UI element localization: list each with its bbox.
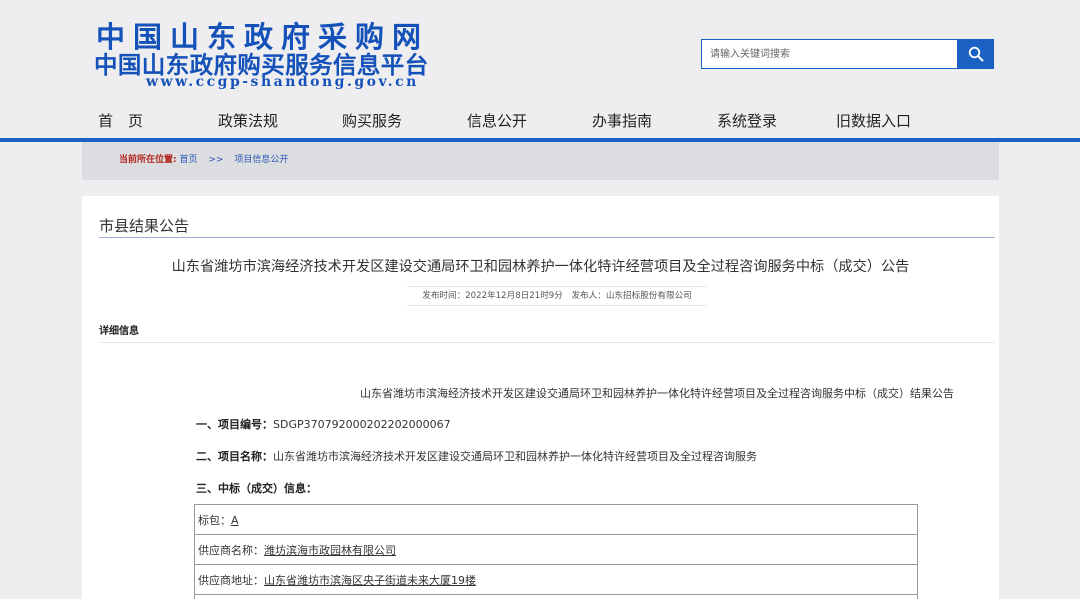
- section-divider: [99, 237, 995, 238]
- package-value[interactable]: A: [231, 514, 239, 527]
- announcement-title: 山东省潍坊市滨海经济技术开发区建设交通局环卫和园林养护一体化特许经营项目及全过程…: [360, 387, 954, 400]
- site-logo[interactable]: 中国山东政府采购网 中国山东政府购买服务信息平台 www.ccgp-shando…: [94, 20, 494, 92]
- detail-heading: 详细信息: [99, 326, 139, 337]
- nav-item-guide[interactable]: 办事指南: [592, 110, 652, 131]
- document-title: 山东省潍坊市滨海经济技术开发区建设交通局环卫和园林养护一体化特许经营项目及全过程…: [171, 259, 910, 275]
- search-box: [701, 39, 994, 69]
- breadcrumb-label: 当前所在位置:: [119, 155, 177, 165]
- search-button[interactable]: [957, 39, 994, 69]
- table-row: [194, 594, 918, 599]
- breadcrumb-current-link[interactable]: 项目信息公开: [234, 155, 288, 165]
- detail-divider: [99, 342, 995, 343]
- project-name-label: 二、项目名称：: [196, 450, 273, 463]
- nav-item-policy[interactable]: 政策法规: [218, 110, 278, 131]
- project-name-row: 二、项目名称：山东省潍坊市滨海经济技术开发区建设交通局环卫和园林养护一体化特许经…: [196, 448, 757, 464]
- table-cell: 供应商名称：潍坊滨海市政园林有限公司: [194, 534, 918, 565]
- section-title: 市县结果公告: [99, 217, 190, 235]
- supplier-address-value[interactable]: 山东省潍坊市滨海区央子街道未来大厦19楼: [264, 574, 476, 587]
- project-number-row: 一、项目编号：SDGP370792000202202000067: [196, 416, 451, 432]
- nav-item-home[interactable]: 首 页: [98, 110, 143, 131]
- nav-item-info-public[interactable]: 信息公开: [467, 110, 527, 131]
- table-cell: 供应商地址：山东省潍坊市滨海区央子街道未来大厦19楼: [194, 564, 918, 595]
- project-name-value: 山东省潍坊市滨海经济技术开发区建设交通局环卫和园林养护一体化特许经营项目及全过程…: [273, 450, 757, 463]
- project-number-value: SDGP370792000202202000067: [273, 418, 451, 431]
- supplier-name-label: 供应商名称：: [198, 543, 264, 557]
- package-label: 标包：: [198, 513, 231, 527]
- content-card: 市县结果公告 山东省潍坊市滨海经济技术开发区建设交通局环卫和园林养护一体化特许经…: [82, 196, 999, 599]
- publish-meta: 发布时间：2022年12月8日21时9分 发布人：山东招标股份有限公司: [407, 286, 707, 306]
- breadcrumb: 当前所在位置: 首页 >> 项目信息公开: [82, 142, 999, 180]
- nav-item-login[interactable]: 系统登录: [717, 110, 777, 131]
- table-row: 供应商地址：山东省潍坊市滨海区央子街道未来大厦19楼: [194, 564, 918, 595]
- award-table: 标包：A 供应商名称：潍坊滨海市政园林有限公司 供应商地址：山东省潍坊市滨海区央…: [194, 504, 918, 599]
- award-info-row: 三、中标（成交）信息：: [196, 480, 317, 496]
- search-icon: [968, 46, 983, 62]
- table-cell: [194, 594, 918, 599]
- table-row: 供应商名称：潍坊滨海市政园林有限公司: [194, 534, 918, 565]
- table-row: 标包：A: [194, 504, 918, 535]
- logo-title: 中国山东政府采购网: [96, 20, 430, 54]
- supplier-name-value[interactable]: 潍坊滨海市政园林有限公司: [264, 544, 396, 557]
- table-cell: 标包：A: [194, 504, 918, 535]
- nav-item-legacy-data[interactable]: 旧数据入口: [836, 110, 911, 131]
- main-nav: 首 页 政策法规 购买服务 信息公开 办事指南 系统登录 旧数据入口: [0, 104, 1080, 138]
- supplier-address-label: 供应商地址：: [198, 573, 264, 587]
- nav-item-purchase-service[interactable]: 购买服务: [342, 110, 402, 131]
- breadcrumb-separator: >>: [208, 155, 224, 165]
- search-input[interactable]: [701, 39, 957, 69]
- award-info-label: 三、中标（成交）信息：: [196, 482, 317, 495]
- project-number-label: 一、项目编号：: [196, 418, 273, 431]
- breadcrumb-home-link[interactable]: 首页: [179, 155, 197, 165]
- logo-url: www.ccgp-shandong.gov.cn: [146, 74, 419, 90]
